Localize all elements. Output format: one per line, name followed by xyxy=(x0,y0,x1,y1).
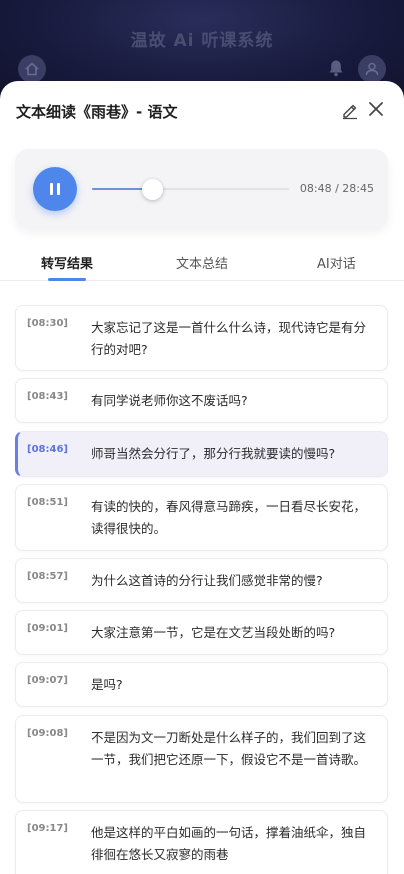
progress-thumb[interactable] xyxy=(142,179,164,200)
transcript-entry[interactable]: [09:17] 他是这样的平白如画的一句话，撑着油纸伞，独自徘徊在悠长又寂寥的雨… xyxy=(15,810,388,874)
transcript-list[interactable]: [08:30] 大家忘记了这是一首什么什么诗，现代诗它是有分行的对吧? [08:… xyxy=(0,282,404,874)
entry-text: 大家忘记了这是一首什么什么诗，现代诗它是有分行的对吧? xyxy=(91,320,367,357)
entry-text: 师哥当然会分行了，那分行我就要读的慢吗? xyxy=(91,446,336,461)
edit-icon[interactable] xyxy=(340,100,360,120)
tab-transcript[interactable]: 转写结果 xyxy=(41,253,93,272)
transcript-entry[interactable]: [09:07] 是吗? xyxy=(15,662,388,707)
entry-timestamp: [09:08] xyxy=(27,728,68,739)
entry-text: 他是这样的平白如画的一句话，撑着油纸伞，独自徘徊在悠长又寂寥的雨巷 xyxy=(91,825,367,862)
entry-timestamp: [08:46] xyxy=(27,444,68,455)
entry-text: 有读的快的，春风得意马蹄疾，一日看尽长安花，读得很快的。 xyxy=(91,499,367,536)
sheet-header: 文本细读《雨巷》- 语文 xyxy=(0,81,404,139)
home-icon xyxy=(25,62,39,76)
transcript-entry[interactable]: [09:08] 不是因为文一刀断处是什么样子的，我们回到了这一节，我们把它还原一… xyxy=(15,715,388,803)
entry-text: 为什么这首诗的分行让我们感觉非常的慢? xyxy=(91,573,323,588)
progress-track[interactable] xyxy=(92,188,289,190)
entry-timestamp: [08:57] xyxy=(27,571,68,582)
transcript-entry[interactable]: [08:51] 有读的快的，春风得意马蹄疾，一日看尽长安花，读得很快的。 xyxy=(15,484,388,551)
bell-icon[interactable] xyxy=(326,58,346,78)
entry-timestamp: [08:43] xyxy=(27,391,68,402)
transcript-entry-active[interactable]: [08:46] 师哥当然会分行了，那分行我就要读的慢吗? xyxy=(15,431,388,477)
tab-ai-chat[interactable]: AI对话 xyxy=(317,253,356,272)
transcript-entry[interactable]: [08:30] 大家忘记了这是一首什么什么诗，现代诗它是有分行的对吧? xyxy=(15,305,388,371)
tab-summary[interactable]: 文本总结 xyxy=(176,253,228,272)
sheet-title: 文本细读《雨巷》- 语文 xyxy=(16,103,178,121)
audio-player: 08:48 / 28:45 xyxy=(15,149,388,229)
entry-text: 是吗? xyxy=(91,677,123,692)
entry-timestamp: [08:51] xyxy=(27,497,68,508)
entry-timestamp: [09:01] xyxy=(27,623,68,634)
entry-timestamp: [09:17] xyxy=(27,823,68,834)
user-button[interactable] xyxy=(358,55,386,83)
entry-text: 大家注意第一节，它是在文艺当段处断的吗? xyxy=(91,625,336,640)
entry-text: 不是因为文一刀断处是什么样子的，我们回到了这一节，我们把它还原一下，假设它不是一… xyxy=(91,730,367,767)
pause-button[interactable] xyxy=(33,167,77,211)
entry-timestamp: [09:07] xyxy=(27,675,68,686)
transcript-entry[interactable]: [09:01] 大家注意第一节，它是在文艺当段处断的吗? xyxy=(15,610,388,655)
entry-text: 有同学说老师你这不废话吗? xyxy=(91,393,248,408)
app-title: 温故 Ai 听课系统 xyxy=(130,31,274,51)
tab-active-indicator xyxy=(48,278,86,281)
time-readout: 08:48 / 28:45 xyxy=(299,182,374,195)
detail-sheet: 文本细读《雨巷》- 语文 08:48 / 28:45 转写结果 文本总结 AI对… xyxy=(0,81,404,874)
entry-timestamp: [08:30] xyxy=(27,318,68,329)
transcript-entry[interactable]: [08:43] 有同学说老师你这不废话吗? xyxy=(15,378,388,423)
close-icon[interactable] xyxy=(366,99,386,119)
pause-icon xyxy=(50,183,53,195)
tab-bar: 转写结果 文本总结 AI对话 xyxy=(0,241,404,281)
user-icon xyxy=(365,62,379,76)
transcript-entry[interactable]: [08:57] 为什么这首诗的分行让我们感觉非常的慢? xyxy=(15,558,388,603)
home-button[interactable] xyxy=(18,55,46,83)
